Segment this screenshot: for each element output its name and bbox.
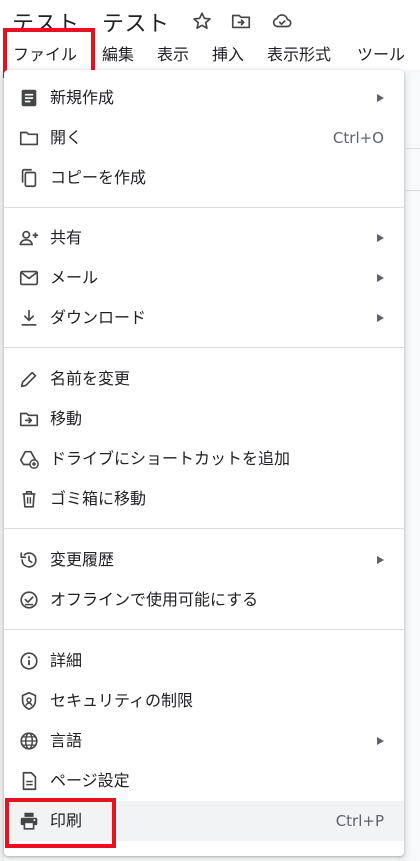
menu-item-label: ゴミ箱に移動: [50, 489, 147, 508]
star-icon[interactable]: [191, 10, 213, 32]
person-add-icon: [18, 227, 40, 249]
menu-item-label: ドライブにショートカットを追加: [50, 449, 291, 468]
menu-item-language[interactable]: 言語: [4, 721, 404, 761]
shortcut-label: Ctrl+P: [335, 812, 384, 830]
menu-view[interactable]: 表示: [157, 40, 189, 70]
menu-item-label: 開く: [50, 128, 83, 147]
page-setup-icon: [18, 770, 40, 792]
title-bar: テスト テスト: [0, 0, 420, 40]
document-icon: [18, 87, 40, 109]
menu-item-share[interactable]: 共有: [4, 218, 404, 258]
menu-divider: [4, 528, 404, 529]
menu-item-label: 名前を変更: [50, 369, 131, 388]
submenu-arrow-icon: [377, 94, 384, 102]
cloud-saved-icon[interactable]: [271, 10, 293, 32]
ruler-mark: [406, 148, 420, 149]
submenu-arrow-icon: [377, 274, 384, 282]
menu-format[interactable]: 表示形式: [267, 40, 331, 70]
pencil-icon: [18, 368, 40, 390]
menu-item-label: 新規作成: [50, 88, 115, 107]
menu-edit[interactable]: 編集: [102, 40, 134, 70]
menu-insert[interactable]: 挿入: [212, 40, 244, 70]
menu-divider: [4, 207, 404, 208]
move-folder-icon: [18, 408, 40, 430]
security-icon: [18, 690, 40, 712]
menu-item-security[interactable]: セキュリティの制限: [4, 681, 404, 721]
file-menu: 新規作成 開く Ctrl+O コピーを作成 共有 メール ダウンロード 名前を変…: [4, 70, 404, 856]
menu-item-details[interactable]: 詳細: [4, 641, 404, 681]
submenu-arrow-icon: [377, 234, 384, 242]
menu-item-print[interactable]: 印刷 Ctrl+P: [4, 801, 404, 841]
menu-item-new[interactable]: 新規作成: [4, 78, 404, 118]
menu-item-label: オフラインで使用可能にする: [50, 590, 259, 609]
printer-icon: [18, 810, 40, 832]
info-icon: [18, 650, 40, 672]
download-icon: [18, 307, 40, 329]
copy-icon: [18, 167, 40, 189]
folder-open-icon: [18, 127, 40, 149]
menu-file[interactable]: ファイル: [13, 40, 77, 70]
menu-item-email[interactable]: メール: [4, 258, 404, 298]
menu-item-rename[interactable]: 名前を変更: [4, 359, 404, 399]
submenu-arrow-icon: [377, 556, 384, 564]
shortcut-label: Ctrl+O: [332, 129, 384, 147]
menu-divider: [4, 347, 404, 348]
menu-item-open[interactable]: 開く Ctrl+O: [4, 118, 404, 158]
menu-item-add-shortcut[interactable]: ドライブにショートカットを追加: [4, 439, 404, 479]
menu-item-label: ページ設定: [50, 771, 130, 790]
menu-item-label: コピーを作成: [50, 168, 147, 187]
menu-item-label: メール: [50, 268, 99, 287]
menu-item-download[interactable]: ダウンロード: [4, 298, 404, 338]
menu-item-label: 移動: [50, 409, 83, 428]
submenu-arrow-icon: [377, 314, 384, 322]
globe-icon: [18, 730, 40, 752]
menu-item-make-copy[interactable]: コピーを作成: [4, 158, 404, 198]
menu-item-label: 言語: [50, 731, 83, 750]
history-icon: [18, 549, 40, 571]
drive-shortcut-icon: [18, 448, 40, 470]
menu-item-label: セキュリティの制限: [50, 691, 194, 710]
menu-bar: ファイル 編集 表示 挿入 表示形式 ツール: [0, 40, 420, 70]
menu-item-label: 詳細: [50, 651, 83, 670]
menu-item-page-setup[interactable]: ページ設定: [4, 761, 404, 801]
trash-icon: [18, 488, 40, 510]
menu-tools[interactable]: ツール: [357, 40, 405, 70]
offline-icon: [18, 589, 40, 611]
menu-item-label: ダウンロード: [50, 308, 147, 327]
menu-item-offline[interactable]: オフラインで使用可能にする: [4, 580, 404, 620]
move-to-folder-icon[interactable]: [230, 10, 252, 32]
menu-item-label: 共有: [50, 228, 83, 247]
document-title[interactable]: テスト テスト: [12, 6, 170, 38]
ruler-mark: [406, 190, 420, 191]
menu-item-trash[interactable]: ゴミ箱に移動: [4, 479, 404, 519]
menu-item-label: 印刷: [50, 811, 83, 830]
menu-item-version-history[interactable]: 変更履歴: [4, 540, 404, 580]
menu-divider: [4, 629, 404, 630]
menu-item-move[interactable]: 移動: [4, 399, 404, 439]
submenu-arrow-icon: [377, 737, 384, 745]
email-icon: [18, 267, 40, 289]
menu-item-label: 変更履歴: [50, 550, 115, 569]
